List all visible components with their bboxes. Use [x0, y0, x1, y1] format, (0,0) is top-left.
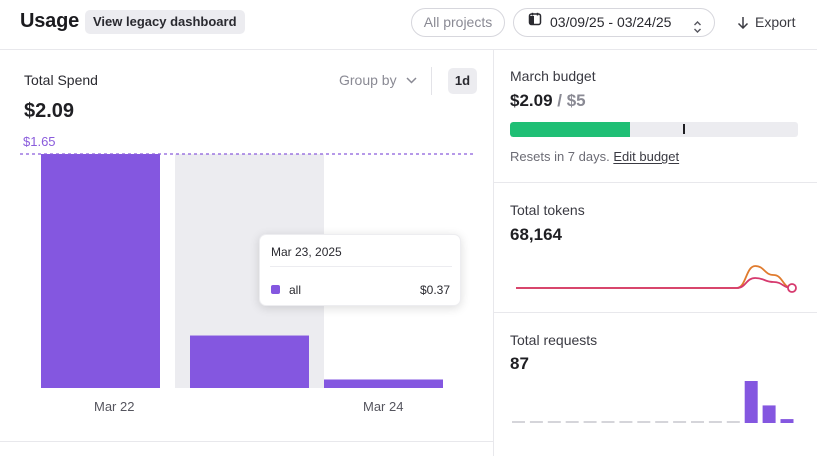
request-bar-empty — [726, 421, 740, 423]
x-tick-label-0: Mar 22 — [94, 399, 135, 414]
tokens-line-1 — [515, 277, 793, 289]
request-bar-empty — [637, 421, 651, 423]
chevron-down-icon — [406, 77, 418, 84]
budget-separator: / — [552, 91, 567, 110]
edit-budget-link[interactable]: Edit budget — [613, 149, 679, 164]
march-budget-label: March budget — [510, 68, 596, 84]
group-by-label: Group by — [339, 72, 397, 88]
request-bar — [780, 419, 794, 423]
request-bar-empty — [691, 421, 704, 423]
request-bar — [744, 381, 758, 423]
budget-divider — [494, 182, 817, 183]
view-legacy-dashboard-button[interactable]: View legacy dashboard — [85, 10, 245, 34]
tooltip-series-swatch — [271, 285, 280, 294]
total-tokens-label: Total tokens — [510, 202, 585, 218]
tooltip-value: $0.37 — [419, 283, 450, 297]
tokens-end-marker — [787, 283, 797, 293]
header-divider — [0, 49, 817, 50]
tooltip-date: Mar 23, 2025 — [271, 245, 342, 259]
total-spend-label: Total Spend — [24, 72, 98, 88]
calendar-icon — [528, 8, 542, 35]
request-bar-empty — [583, 421, 597, 423]
date-range-label: 03/09/25 - 03/24/25 — [550, 14, 672, 30]
total-tokens-value: 68,164 — [510, 225, 562, 244]
requests-sparkline — [512, 381, 794, 423]
total-requests-label: Total requests — [510, 332, 598, 348]
budget-spent: $2.09 — [510, 91, 553, 110]
page-title: Usage — [20, 10, 80, 32]
total-requests-value: 87 — [510, 354, 529, 373]
resets-in-label: Resets in 7 days. — [510, 149, 610, 164]
bar-mar-23[interactable] — [190, 335, 309, 388]
budget-limit: $5 — [566, 91, 586, 110]
arrow-down-icon — [737, 16, 749, 29]
budget-threshold-marker — [683, 124, 685, 134]
budget-progress-bar — [510, 122, 798, 137]
bar-mar-22[interactable] — [41, 154, 160, 388]
x-tick-label-1: Mar 24 — [363, 399, 404, 414]
tokens-line-0 — [515, 265, 793, 289]
request-bar-empty — [547, 421, 561, 423]
request-bar-empty — [619, 421, 633, 423]
group-by-dropdown[interactable]: Group by — [339, 72, 418, 88]
all-projects-filter-button[interactable]: All projects — [411, 8, 505, 37]
chart-tooltip: Mar 23, 2025 all $0.37 — [259, 234, 461, 306]
request-bar-empty — [565, 421, 579, 423]
request-bar — [762, 405, 776, 423]
panel-divider — [493, 49, 494, 456]
export-button[interactable]: Export — [737, 8, 795, 37]
request-bar-empty — [512, 421, 525, 423]
budget-value: $2.09 / $5 — [510, 91, 586, 111]
tooltip-divider — [270, 266, 452, 267]
request-bar-empty — [655, 421, 669, 423]
request-bar-empty — [673, 421, 687, 423]
chevron-up-down-icon — [693, 16, 702, 43]
tooltip-series-name: all — [289, 283, 302, 297]
chart-bottom-divider — [0, 441, 493, 442]
request-bar-empty — [708, 421, 722, 423]
date-range-picker[interactable]: 03/09/25 - 03/24/25 — [513, 8, 715, 37]
tokens-divider — [494, 312, 817, 313]
toolbar-separator — [431, 67, 432, 95]
tokens-sparkline — [515, 265, 797, 293]
budget-progress-fill — [510, 122, 631, 137]
interval-1d-toggle[interactable]: 1d — [448, 68, 477, 94]
request-bar-empty — [601, 421, 615, 423]
total-spend-value: $2.09 — [24, 100, 75, 122]
bar-mar-24[interactable] — [324, 379, 443, 388]
export-label: Export — [755, 14, 796, 30]
budget-reset-text: Resets in 7 days. Edit budget — [510, 149, 679, 164]
request-bar-empty — [529, 421, 543, 423]
